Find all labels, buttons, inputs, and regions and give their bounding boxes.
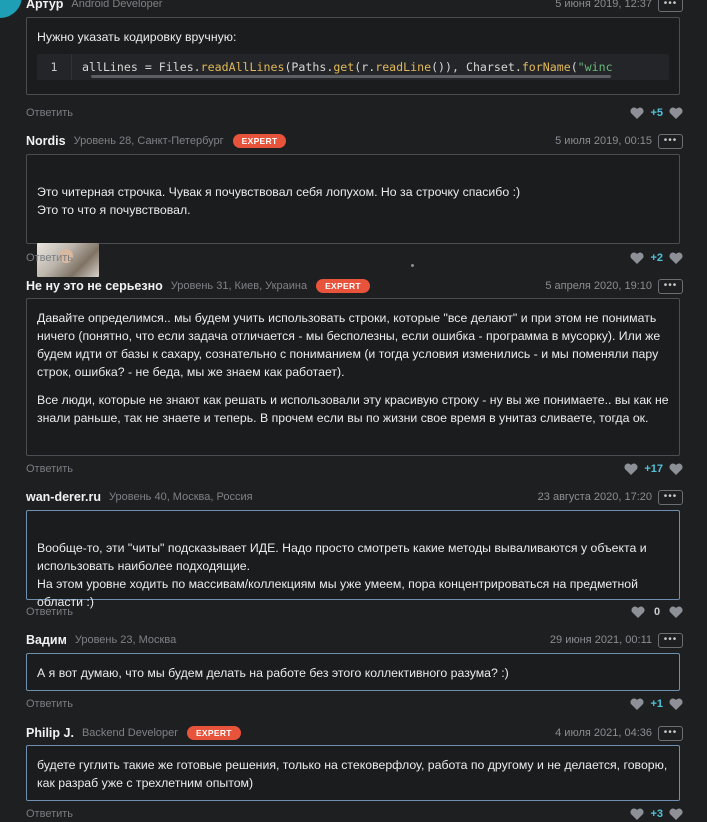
more-options-button[interactable]: ••• [658,725,683,741]
vote-widget: +1 [630,698,683,710]
comment-text: Это читерная строчка. Чувак я почувствов… [37,185,521,217]
code-line-number: 1 [37,54,72,80]
comment-date: 23 августа 2020, 17:20 [537,491,652,503]
heart-icon[interactable] [669,252,683,264]
heart-icon[interactable] [631,606,645,618]
expert-badge: EXPERT [316,279,370,293]
reply-button[interactable]: Ответить [26,107,73,119]
heart-icon[interactable] [630,252,644,264]
heart-icon[interactable] [630,808,644,820]
vote-score: +3 [650,808,663,820]
comment-date: 29 июня 2021, 00:11 [549,634,652,646]
comment-header: Артур Android Developer 5 июня 2019, 12:… [26,0,683,12]
expert-badge: EXPERT [186,726,241,740]
comment-author[interactable]: Артур [26,0,63,11]
vote-widget: +17 [624,463,683,475]
comment-text: Все люди, которые не знают как решать и … [37,393,669,425]
comment-header: Nordis Уровень 28, Санкт-Петербург EXPER… [26,133,683,149]
code-block: 1 allLines = Files.readAllLines(Paths.ge… [37,54,669,80]
comment-author-meta: Уровень 23, Москва [74,634,177,646]
comment-author[interactable]: Вадим [26,633,67,647]
comment-body: А я вот думаю, что мы будем делать на ра… [26,653,680,691]
comment-body: Давайте определимся.. мы будем учить исп… [26,298,680,456]
reply-button[interactable]: Ответить [26,606,73,618]
more-options-button[interactable]: ••• [658,278,683,294]
vote-score: +17 [644,463,663,475]
vote-widget: +2 [630,252,683,264]
comment-actions: Ответить +3 [26,806,683,822]
comment-body: Вообще-то, эти "читы" подсказывает ИДЕ. … [26,510,680,609]
comment-body: Это читерная строчка. Чувак я почувствов… [26,154,680,277]
comment-author-meta: Уровень 28, Санкт-Петербург [73,135,224,147]
heart-icon[interactable] [669,606,683,618]
comment-text: Давайте определимся.. мы будем учить исп… [37,311,661,379]
more-options-button[interactable]: ••• [658,133,683,149]
comment-body: Нужно указать кодировку вручную: 1 allLi… [26,17,680,95]
comment-text: будете гуглить такие же готовые решения,… [37,758,668,790]
heart-icon[interactable] [669,463,683,475]
more-options-button[interactable]: ••• [658,632,683,648]
heart-icon[interactable] [669,808,683,820]
code-line: allLines = Files.readAllLines(Paths.get(… [82,60,613,74]
comment-author-meta: Уровень 31, Киев, Украина [170,280,308,292]
comment-author[interactable]: wan-derer.ru [26,490,101,504]
comment-author[interactable]: Philip J. [26,726,74,740]
comment-date: 5 июля 2019, 00:15 [555,135,652,147]
comment-text: Вообще-то, эти "читы" подсказывает ИДЕ. … [37,541,647,609]
comment-actions: Ответить +5 [26,105,683,121]
comment-date: 4 июля 2021, 04:36 [555,727,652,739]
heart-icon[interactable] [669,107,683,119]
vote-score: +5 [650,107,663,119]
heart-icon[interactable] [630,698,644,710]
comment-header: Philip J. Backend Developer EXPERT 4 июл… [26,725,683,741]
reply-button[interactable]: Ответить [26,698,73,710]
comment-header: wan-derer.ru Уровень 40, Москва, Россия … [26,489,683,505]
comment-text: А я вот думаю, что мы будем делать на ра… [37,666,509,680]
vote-score: 0 [653,606,661,618]
heart-icon[interactable] [624,463,638,475]
heart-icon[interactable] [630,107,644,119]
comment-actions: Ответить +17 [26,461,683,477]
comment-header: Не ну это не серьезно Уровень 31, Киев, … [26,278,683,294]
more-options-button[interactable]: ••• [658,489,683,505]
comment-author[interactable]: Nordis [26,134,66,148]
code-scrollbar[interactable] [91,75,611,78]
comment-author-meta: Уровень 40, Москва, Россия [109,491,253,503]
reply-button[interactable]: Ответить [26,463,73,475]
vote-widget: +5 [630,107,683,119]
reply-button[interactable]: Ответить [26,252,73,264]
comment-text: Нужно указать кодировку вручную: [37,30,237,44]
comment-date: 5 апреля 2020, 19:10 [545,280,652,292]
comment-header: Вадим Уровень 23, Москва 29 июня 2021, 0… [26,632,683,648]
comment-actions: Ответить +2 [26,250,683,266]
avatar[interactable] [0,0,22,18]
expert-badge: EXPERT [232,134,287,148]
comment-author-meta: Android Developer [71,0,163,10]
heart-icon[interactable] [669,698,683,710]
comment-body: будете гуглить такие же готовые решения,… [26,745,680,801]
comment-date: 5 июня 2019, 12:37 [555,0,652,10]
comment-actions: Ответить +1 [26,696,683,712]
comment-actions: Ответить 0 [26,604,683,620]
comment-author[interactable]: Не ну это не серьезно [26,279,163,293]
vote-score: +2 [650,252,663,264]
more-options-button[interactable]: ••• [658,0,683,12]
comment-author-meta: Backend Developer [81,727,178,739]
vote-score: +1 [650,698,663,710]
vote-widget: +3 [630,808,683,820]
reply-button[interactable]: Ответить [26,808,73,820]
vote-widget: 0 [631,606,683,618]
